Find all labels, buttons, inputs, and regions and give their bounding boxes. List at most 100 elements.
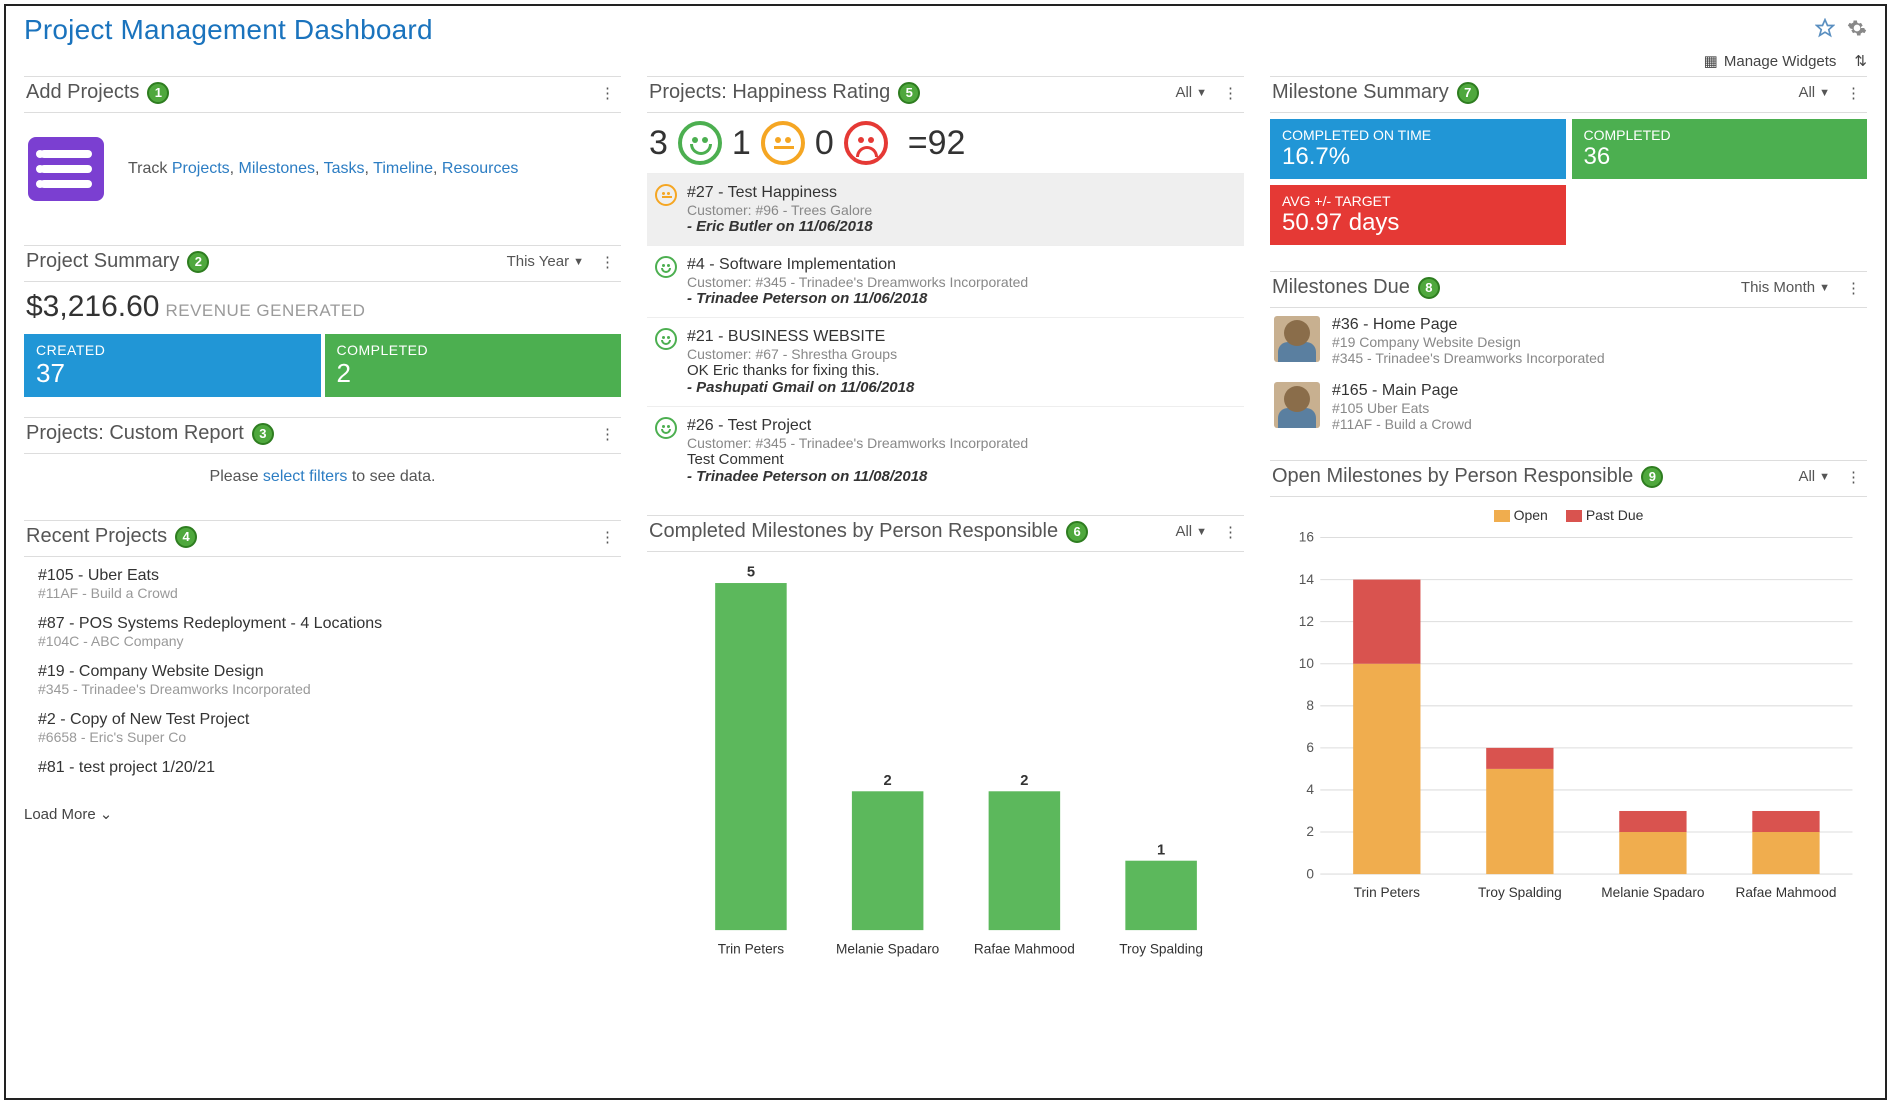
- card-title: Completed Milestones by Person Responsib…: [649, 520, 1058, 543]
- revenue-amount: $3,216.60: [26, 290, 159, 324]
- avatar: [1274, 382, 1320, 428]
- chart-legend: Open Past Due: [1274, 507, 1863, 523]
- list-item[interactable]: #105 - Uber Eats#11AF - Build a Crowd: [38, 567, 607, 601]
- kebab-icon[interactable]: ⋮: [1842, 279, 1865, 297]
- milestone-due-item[interactable]: #36 - Home Page#19 Company Website Desig…: [1270, 308, 1867, 374]
- load-more-button[interactable]: Load More⌄: [24, 801, 621, 827]
- svg-text:Trin Peters: Trin Peters: [718, 941, 784, 956]
- link-timeline[interactable]: Timeline: [373, 160, 433, 177]
- svg-text:16: 16: [1299, 530, 1314, 545]
- svg-text:2: 2: [884, 773, 892, 789]
- link-tasks[interactable]: Tasks: [324, 160, 365, 177]
- neutral-face-icon: [655, 184, 677, 206]
- svg-text:2: 2: [1020, 773, 1028, 789]
- link-milestones[interactable]: Milestones: [239, 160, 315, 177]
- open-milestones-chart: 0246810121416Trin PetersTroy SpaldingMel…: [1274, 527, 1863, 906]
- kebab-icon[interactable]: ⋮: [1842, 84, 1865, 102]
- svg-text:14: 14: [1299, 572, 1315, 587]
- list-item[interactable]: #19 - Company Website Design#345 - Trina…: [38, 663, 607, 697]
- kebab-icon[interactable]: ⋮: [596, 425, 619, 443]
- card-title: Project Summary: [26, 250, 179, 273]
- svg-text:0: 0: [1306, 866, 1314, 881]
- sort-icon[interactable]: ⇅: [1854, 52, 1867, 70]
- happy-face-icon: [655, 256, 677, 278]
- list-item[interactable]: #87 - POS Systems Redeployment - 4 Locat…: [38, 615, 607, 649]
- filter-dropdown[interactable]: This Month▼: [1741, 279, 1830, 296]
- chevron-down-icon: ⌄: [100, 805, 113, 823]
- app-icon: [28, 137, 104, 201]
- rating-item[interactable]: #21 - BUSINESS WEBSITECustomer: #67 - Sh…: [647, 317, 1244, 406]
- milestone-due-item[interactable]: #165 - Main Page#105 Uber Eats#11AF - Bu…: [1270, 374, 1867, 440]
- badge-icon: 2: [187, 251, 209, 273]
- kebab-icon[interactable]: ⋮: [1219, 84, 1242, 102]
- filter-dropdown[interactable]: All▼: [1175, 84, 1207, 101]
- svg-text:8: 8: [1306, 698, 1314, 713]
- chevron-down-icon: ▼: [1819, 471, 1830, 483]
- badge-icon: 3: [252, 423, 274, 445]
- kebab-icon[interactable]: ⋮: [1842, 468, 1865, 486]
- stat-completed: COMPLETED2: [325, 334, 622, 397]
- svg-text:4: 4: [1306, 782, 1314, 797]
- grid-icon: ▦: [1704, 52, 1718, 70]
- stat-created: CREATED37: [24, 334, 321, 397]
- svg-text:1: 1: [1157, 842, 1165, 858]
- chevron-down-icon: ▼: [573, 256, 584, 268]
- stat-on-time: COMPLETED ON TIME16.7%: [1270, 119, 1566, 179]
- chevron-down-icon: ▼: [1819, 282, 1830, 294]
- svg-text:6: 6: [1306, 740, 1314, 755]
- link-projects[interactable]: Projects: [172, 160, 230, 177]
- list-item[interactable]: #2 - Copy of New Test Project#6658 - Eri…: [38, 711, 607, 745]
- badge-icon: 5: [898, 82, 920, 104]
- completed-milestones-chart: 5Trin Peters2Melanie Spadaro2Rafae Mahmo…: [651, 562, 1240, 962]
- card-title: Add Projects: [26, 81, 139, 104]
- filter-dropdown[interactable]: All▼: [1798, 84, 1830, 101]
- custom-report-message: Please select filters to see data.: [24, 454, 621, 500]
- revenue-label: REVENUE GENERATED: [165, 301, 365, 321]
- svg-text:Melanie Spadaro: Melanie Spadaro: [1601, 885, 1705, 900]
- sad-face-icon: [844, 121, 888, 165]
- neutral-face-icon: [761, 121, 805, 165]
- svg-text:12: 12: [1299, 614, 1314, 629]
- happy-face-icon: [678, 121, 722, 165]
- badge-icon: 6: [1066, 521, 1088, 543]
- svg-text:2: 2: [1306, 824, 1314, 839]
- avatar: [1274, 316, 1320, 362]
- rating-item[interactable]: #27 - Test HappinessCustomer: #96 - Tree…: [647, 173, 1244, 245]
- card-title: Projects: Custom Report: [26, 422, 244, 445]
- chevron-down-icon: ▼: [1819, 87, 1830, 99]
- badge-icon: 1: [147, 82, 169, 104]
- filter-dropdown[interactable]: All▼: [1175, 523, 1207, 540]
- badge-icon: 4: [175, 526, 197, 548]
- filter-dropdown[interactable]: This Year▼: [507, 253, 584, 270]
- svg-text:Trin Peters: Trin Peters: [1354, 885, 1420, 900]
- rating-item[interactable]: #4 - Software ImplementationCustomer: #3…: [647, 245, 1244, 317]
- star-icon[interactable]: [1815, 18, 1835, 43]
- badge-icon: 8: [1418, 277, 1440, 299]
- track-links: Track Projects, Milestones, Tasks, Timel…: [128, 160, 518, 178]
- svg-text:10: 10: [1299, 656, 1315, 671]
- badge-icon: 7: [1457, 82, 1479, 104]
- gear-icon[interactable]: [1847, 18, 1867, 43]
- stat-completed: COMPLETED36: [1572, 119, 1868, 179]
- chevron-down-icon: ▼: [1196, 87, 1207, 99]
- svg-text:5: 5: [747, 565, 755, 581]
- svg-text:Rafae Mahmood: Rafae Mahmood: [1735, 885, 1836, 900]
- happy-face-icon: [655, 328, 677, 350]
- card-title: Recent Projects: [26, 525, 167, 548]
- list-item[interactable]: #81 - test project 1/20/21: [38, 759, 607, 777]
- kebab-icon[interactable]: ⋮: [596, 84, 619, 102]
- manage-widgets-button[interactable]: ▦ Manage Widgets: [1704, 52, 1837, 70]
- kebab-icon[interactable]: ⋮: [596, 253, 619, 271]
- kebab-icon[interactable]: ⋮: [1219, 523, 1242, 541]
- happiness-summary: 3 1 0 =92: [647, 113, 1244, 173]
- card-title: Milestone Summary: [1272, 81, 1449, 104]
- filter-dropdown[interactable]: All▼: [1798, 468, 1830, 485]
- stat-avg-target: AVG +/- TARGET50.97 days: [1270, 185, 1566, 245]
- svg-text:Melanie Spadaro: Melanie Spadaro: [836, 941, 940, 956]
- select-filters-link[interactable]: select filters: [263, 468, 347, 485]
- card-title: Projects: Happiness Rating: [649, 81, 890, 104]
- page-title: Project Management Dashboard: [24, 14, 433, 46]
- kebab-icon[interactable]: ⋮: [596, 528, 619, 546]
- link-resources[interactable]: Resources: [442, 160, 518, 177]
- rating-item[interactable]: #26 - Test ProjectCustomer: #345 - Trina…: [647, 406, 1244, 495]
